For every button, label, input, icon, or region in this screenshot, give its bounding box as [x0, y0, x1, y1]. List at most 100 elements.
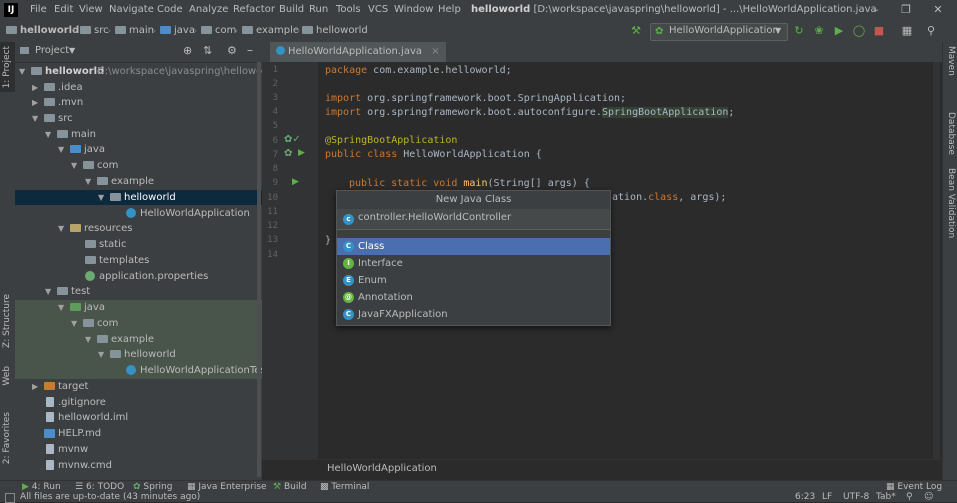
menu-edit[interactable]: Edit: [54, 4, 73, 15]
line-separator[interactable]: LF: [822, 492, 832, 502]
popup-option-annotation[interactable]: @ Annotation: [337, 289, 610, 306]
tool-tab-web[interactable]: Web: [2, 366, 12, 386]
tree-node-help[interactable]: HELP.md: [15, 426, 262, 441]
menu-run[interactable]: Run: [309, 4, 328, 15]
run-configuration-select[interactable]: ✿ HelloWorldApplication ▼: [650, 23, 788, 41]
debug-icon[interactable]: ❀: [812, 24, 826, 38]
spring-bean-gutter-icon[interactable]: ✿: [284, 148, 292, 159]
tree-node-templates[interactable]: templates: [15, 253, 262, 268]
tool-tab-bean-validation[interactable]: Bean Validation: [946, 168, 956, 238]
menu-help[interactable]: Help: [438, 4, 461, 15]
menu-code[interactable]: Code: [157, 4, 183, 15]
tree-node-app-class[interactable]: HelloWorldApplication: [15, 206, 262, 221]
editor-breadcrumb-item[interactable]: HelloWorldApplication: [327, 463, 437, 474]
menu-vcs[interactable]: VCS: [368, 4, 388, 15]
tree-node-src[interactable]: ▼ src: [15, 111, 262, 126]
popup-option-class[interactable]: C Class: [337, 238, 610, 255]
file-encoding[interactable]: UTF-8: [843, 492, 869, 502]
tree-node-test-example[interactable]: ▼ example: [15, 332, 262, 347]
tree-node-static[interactable]: static: [15, 237, 262, 252]
menu-window[interactable]: Window: [394, 4, 433, 15]
breadcrumb-src[interactable]: src: [80, 25, 109, 36]
tree-node-test-java[interactable]: ▼ java: [15, 300, 262, 315]
indent-setting[interactable]: Tab*: [876, 492, 896, 502]
tool-tab-favorites[interactable]: 2: Favorites: [2, 412, 12, 464]
editor-scrollbar[interactable]: [933, 62, 940, 459]
tree-node-gitignore[interactable]: .gitignore: [15, 395, 262, 410]
maximize-icon[interactable]: ❐: [898, 2, 914, 18]
tree-node-test[interactable]: ▼ test: [15, 284, 262, 299]
tree-node-test-helloworld[interactable]: ▼ helloworld: [15, 347, 262, 362]
collapse-all-icon[interactable]: ⇅: [203, 44, 212, 57]
tree-node-iml[interactable]: helloworld.iml: [15, 410, 262, 425]
tree-node-helloworld-selected[interactable]: ▼ helloworld: [15, 190, 262, 205]
project-panel-title[interactable]: Project: [35, 45, 69, 56]
tree-node-test-com[interactable]: ▼ com: [15, 316, 262, 331]
chevron-down-icon: ▼: [85, 177, 92, 186]
tree-node-resources[interactable]: ▼ resources: [15, 221, 262, 236]
file-icon: [46, 460, 54, 470]
inspector-icon[interactable]: ☺: [924, 492, 933, 502]
search-everywhere-icon[interactable]: ⚲: [924, 24, 938, 38]
left-tool-stripe: 1: Project Z: Structure Web 2: Favorites: [0, 42, 16, 480]
tool-tab-database[interactable]: Database: [946, 112, 956, 155]
close-tab-icon[interactable]: ×: [431, 46, 439, 57]
rerun-icon[interactable]: ↻: [792, 24, 806, 38]
chevron-down-icon[interactable]: ▼: [69, 46, 75, 55]
tree-node-mvnw-cmd[interactable]: mvnw.cmd: [15, 458, 262, 473]
code-token: main: [463, 178, 488, 189]
menu-refactor[interactable]: Refactor: [233, 4, 275, 15]
tree-node-java[interactable]: ▼ java: [15, 142, 262, 157]
project-structure-icon[interactable]: ▦: [900, 24, 914, 38]
close-icon[interactable]: ✕: [930, 2, 946, 18]
tool-tab-maven[interactable]: Maven: [946, 46, 956, 76]
hide-icon[interactable]: –: [247, 43, 253, 57]
breadcrumb-main[interactable]: main: [115, 25, 154, 36]
menu-build[interactable]: Build: [279, 4, 304, 15]
stop-icon[interactable]: ■: [872, 24, 886, 38]
lock-icon[interactable]: ⚲: [906, 492, 913, 502]
tree-node-app-properties[interactable]: application.properties: [15, 269, 262, 284]
tree-node-target[interactable]: ▶ target: [15, 379, 262, 394]
gear-icon[interactable]: ⚙: [227, 44, 237, 57]
run-with-coverage-icon[interactable]: ▶: [832, 24, 846, 38]
project-scrollbar[interactable]: [257, 62, 261, 477]
run-gutter-icon[interactable]: ▶: [292, 177, 299, 187]
tool-tab-project[interactable]: 1: Project: [2, 46, 12, 88]
menu-file[interactable]: File: [30, 4, 47, 15]
editor-tab[interactable]: HelloWorldApplication.java ×: [270, 42, 446, 64]
tree-node-test-class[interactable]: HelloWorldApplicationTes: [15, 363, 266, 378]
profile-icon[interactable]: ◯: [852, 24, 866, 38]
locate-icon[interactable]: ⊕: [183, 44, 192, 57]
breadcrumb-example[interactable]: example: [242, 25, 299, 36]
menu-tools[interactable]: Tools: [336, 4, 361, 15]
tree-node-idea[interactable]: ▶ .idea: [15, 80, 262, 95]
menu-view[interactable]: View: [79, 4, 103, 15]
tool-tab-structure[interactable]: Z: Structure: [2, 294, 12, 348]
tree-node-main[interactable]: ▼ main: [15, 127, 262, 142]
menu-navigate[interactable]: Navigate: [109, 4, 154, 15]
code-line-4: import org.springframework.boot.autoconf…: [325, 107, 734, 118]
breadcrumb-helloworld[interactable]: helloworld: [302, 25, 368, 36]
popup-option-javafx[interactable]: C JavaFXApplication: [337, 306, 610, 323]
tree-node-mvnw[interactable]: mvnw: [15, 442, 262, 457]
run-gutter-icon[interactable]: ▶: [298, 148, 305, 158]
tree-node-com[interactable]: ▼ com: [15, 158, 262, 173]
package-icon: [83, 161, 94, 169]
menu-analyze[interactable]: Analyze: [189, 4, 228, 15]
popup-option-enum[interactable]: E Enum: [337, 272, 610, 289]
status-bar: All files are up-to-date (43 minutes ago…: [0, 492, 957, 503]
tree-node-mvn[interactable]: ▶ .mvn: [15, 95, 262, 110]
class-name-input[interactable]: c controller.HelloWorldController: [337, 209, 610, 230]
hammer-icon[interactable]: ⚒: [629, 24, 643, 38]
caret-position[interactable]: 6:23: [795, 492, 815, 502]
minimize-icon[interactable]: –: [868, 2, 884, 18]
spring-bean-gutter-icon[interactable]: ✿✓: [284, 134, 301, 145]
tree-node-example[interactable]: ▼ example: [15, 174, 262, 189]
popup-option-interface[interactable]: I Interface: [337, 255, 610, 272]
breadcrumb-java[interactable]: java: [160, 25, 195, 36]
tree-label: src: [58, 113, 73, 124]
breadcrumb-project[interactable]: helloworld: [6, 25, 79, 36]
breadcrumb-com[interactable]: com: [201, 25, 236, 36]
tree-node-root[interactable]: ▼ helloworld D:\workspace\javaspring\hel…: [15, 64, 276, 79]
